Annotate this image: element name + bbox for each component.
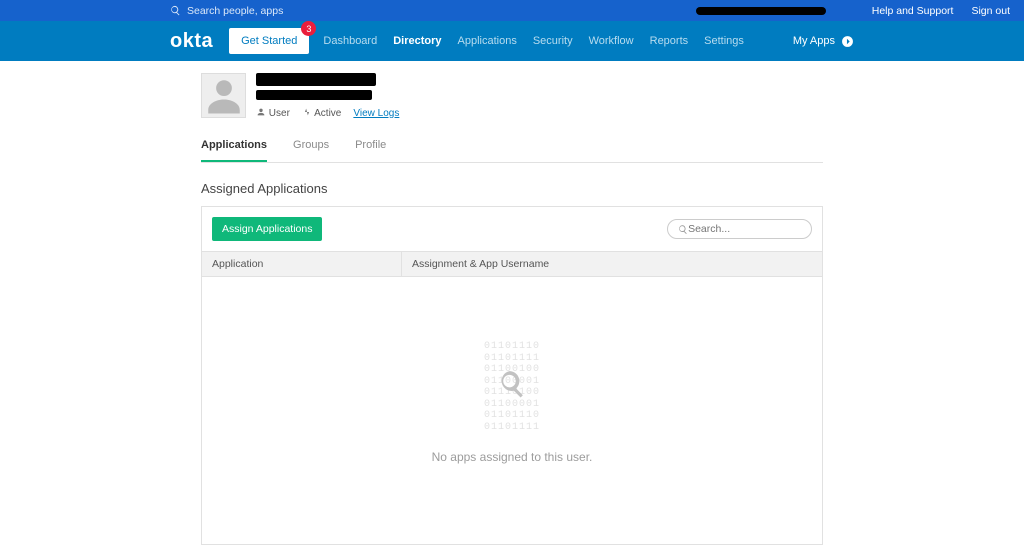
- user-email-redacted: [256, 90, 372, 100]
- user-meta: User Active View Logs: [256, 107, 399, 119]
- user-type-chip: User: [256, 107, 290, 119]
- assign-applications-button[interactable]: Assign Applications: [212, 217, 322, 241]
- notification-badge: 3: [301, 21, 316, 36]
- avatar: [201, 73, 246, 118]
- user-profile-header: User Active View Logs: [201, 73, 823, 129]
- primary-nav: Dashboard Directory Applications Securit…: [323, 35, 744, 47]
- get-started-label: Get Started: [241, 35, 297, 47]
- logo[interactable]: okta: [170, 30, 213, 53]
- nav-workflow[interactable]: Workflow: [589, 35, 634, 47]
- nav-security[interactable]: Security: [533, 35, 573, 47]
- section-title: Assigned Applications: [201, 181, 823, 196]
- my-apps-label: My Apps: [793, 35, 835, 47]
- user-name-redacted: [256, 73, 376, 86]
- my-apps-link[interactable]: My Apps: [793, 35, 854, 48]
- arrow-right-circle-icon: [841, 35, 854, 48]
- person-icon: [203, 75, 245, 117]
- panel-search[interactable]: [667, 219, 812, 239]
- nav-reports[interactable]: Reports: [650, 35, 689, 47]
- person-small-icon: [256, 107, 266, 117]
- user-status-chip: Active: [302, 107, 341, 119]
- search-icon: [678, 224, 688, 235]
- empty-state: 0110111001101111011001000110000101110100…: [202, 277, 822, 544]
- global-search-placeholder: Search people, apps: [187, 5, 283, 17]
- org-name-redacted: [696, 7, 826, 15]
- signout-link[interactable]: Sign out: [971, 5, 1010, 17]
- search-icon: [170, 5, 181, 16]
- magnifier-icon: [497, 369, 527, 403]
- utility-topbar: Search people, apps Help and Support Sig…: [0, 0, 1024, 21]
- get-started-button[interactable]: Get Started 3: [229, 28, 309, 54]
- activity-icon: [302, 107, 312, 117]
- nav-dashboard[interactable]: Dashboard: [323, 35, 377, 47]
- tab-groups[interactable]: Groups: [293, 139, 329, 162]
- assigned-applications-panel: Assign Applications Application Assignme…: [201, 206, 823, 545]
- col-application: Application: [202, 252, 402, 276]
- col-assignment: Assignment & App Username: [402, 252, 822, 276]
- tab-applications[interactable]: Applications: [201, 139, 267, 162]
- nav-directory[interactable]: Directory: [393, 35, 441, 47]
- user-detail-tabs: Applications Groups Profile: [201, 129, 823, 163]
- nav-settings[interactable]: Settings: [704, 35, 744, 47]
- binary-pattern: 0110111001101111011001000110000101110100…: [484, 341, 540, 433]
- view-logs-link[interactable]: View Logs: [353, 108, 399, 119]
- tab-profile[interactable]: Profile: [355, 139, 386, 162]
- nav-applications[interactable]: Applications: [458, 35, 517, 47]
- table-header: Application Assignment & App Username: [202, 251, 822, 277]
- empty-message: No apps assigned to this user.: [202, 450, 822, 464]
- global-search[interactable]: Search people, apps: [170, 5, 283, 17]
- main-navbar: okta Get Started 3 Dashboard Directory A…: [0, 21, 1024, 61]
- help-link[interactable]: Help and Support: [872, 5, 954, 17]
- panel-search-input[interactable]: [688, 223, 801, 235]
